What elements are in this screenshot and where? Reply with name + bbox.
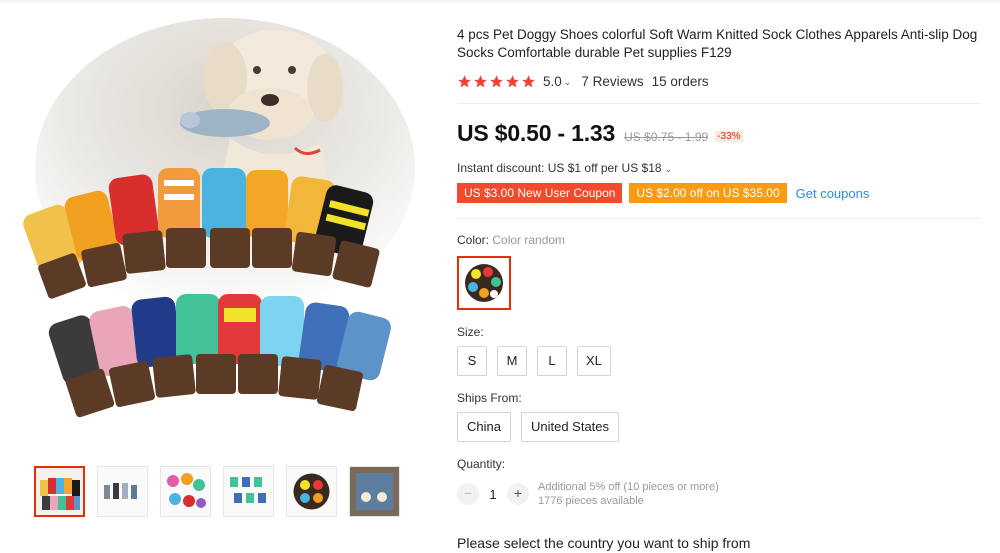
quantity-increase-button[interactable]: + xyxy=(507,483,529,505)
star-icon xyxy=(490,74,503,87)
main-product-image[interactable] xyxy=(20,18,430,448)
current-price: US $0.50 - 1.33 xyxy=(457,120,616,146)
get-coupons-link[interactable]: Get coupons xyxy=(796,186,870,201)
discount-badge: -33% xyxy=(715,131,743,142)
divider xyxy=(457,103,981,104)
bulk-discount-note: Additional 5% off (10 pieces or more) xyxy=(538,481,719,493)
instant-discount-text: Instant discount: US $1 off per US $18 xyxy=(457,161,662,175)
product-gallery xyxy=(20,18,430,448)
thumbnail-4[interactable] xyxy=(223,466,274,517)
product-info: 4 pcs Pet Doggy Shoes colorful Soft Warm… xyxy=(457,26,981,551)
coupon-row: US $3.00 New User Coupon US $2.00 off on… xyxy=(457,183,981,203)
ships-from-label: Ships From: xyxy=(457,391,522,405)
price-row: US $0.50 - 1.33 US $0.75 - 1.99 -33% xyxy=(457,120,981,147)
stock-available: 1776 pieces available xyxy=(538,495,644,507)
shipping-country-prompt: Please select the country you want to sh… xyxy=(457,535,751,551)
size-option-s[interactable]: S xyxy=(457,346,487,376)
quantity-decrease-button[interactable]: − xyxy=(457,483,479,505)
store-coupon[interactable]: US $2.00 off on US $35.00 xyxy=(629,183,787,203)
quantity-stepper: − 1 + Additional 5% off (10 pieces or mo… xyxy=(457,480,981,508)
orders-count: 15 orders xyxy=(651,73,709,89)
star-icon xyxy=(506,74,519,87)
thumbnail-3[interactable] xyxy=(160,466,211,517)
star-icon xyxy=(474,74,487,87)
divider xyxy=(457,218,981,219)
thumbnail-2[interactable] xyxy=(97,466,148,517)
reviews-link[interactable]: 7 Reviews xyxy=(581,74,643,89)
quantity-note: Additional 5% off (10 pieces or more) 17… xyxy=(538,480,719,508)
ships-from-united-states[interactable]: United States xyxy=(520,412,620,442)
ships-from-china[interactable]: China xyxy=(457,412,511,442)
thumbnail-5[interactable] xyxy=(286,466,337,517)
thumbnail-1[interactable] xyxy=(34,466,85,517)
quantity-label: Quantity: xyxy=(457,457,506,471)
star-icon xyxy=(458,74,471,87)
quantity-value[interactable]: 1 xyxy=(479,487,507,502)
color-label: Color: Color random xyxy=(457,233,981,247)
rating-value: 5.0 xyxy=(543,73,562,89)
color-label-text: Color: xyxy=(457,233,490,247)
new-user-coupon[interactable]: US $3.00 New User Coupon xyxy=(457,183,623,203)
top-shadow-line xyxy=(0,0,1000,4)
star-rating xyxy=(457,74,536,89)
dog-socks-illustration xyxy=(20,18,430,448)
size-option-l[interactable]: L xyxy=(537,346,567,376)
star-icon xyxy=(522,74,535,87)
product-title: 4 pcs Pet Doggy Shoes colorful Soft Warm… xyxy=(457,27,978,60)
size-option-m[interactable]: M xyxy=(497,346,527,376)
color-selected-value: Color random xyxy=(492,233,566,247)
thumbnail-6[interactable] xyxy=(349,466,400,517)
chevron-down-icon[interactable]: ⌄ xyxy=(564,77,572,88)
chevron-down-icon: ⌄ xyxy=(664,163,673,174)
size-options: S M L XL xyxy=(457,346,981,376)
thumbnail-strip xyxy=(34,466,400,517)
color-option-random[interactable] xyxy=(457,256,511,310)
original-price: US $0.75 - 1.99 xyxy=(624,130,709,144)
size-label: Size: xyxy=(457,325,484,339)
color-swatch-image xyxy=(461,260,507,306)
instant-discount[interactable]: Instant discount: US $1 off per US $18 ⌄ xyxy=(457,161,981,175)
ships-from-options: China United States xyxy=(457,412,981,442)
size-option-xl[interactable]: XL xyxy=(577,346,611,376)
rating-row: 5.0 ⌄ 7 Reviews 15 orders xyxy=(457,72,981,90)
